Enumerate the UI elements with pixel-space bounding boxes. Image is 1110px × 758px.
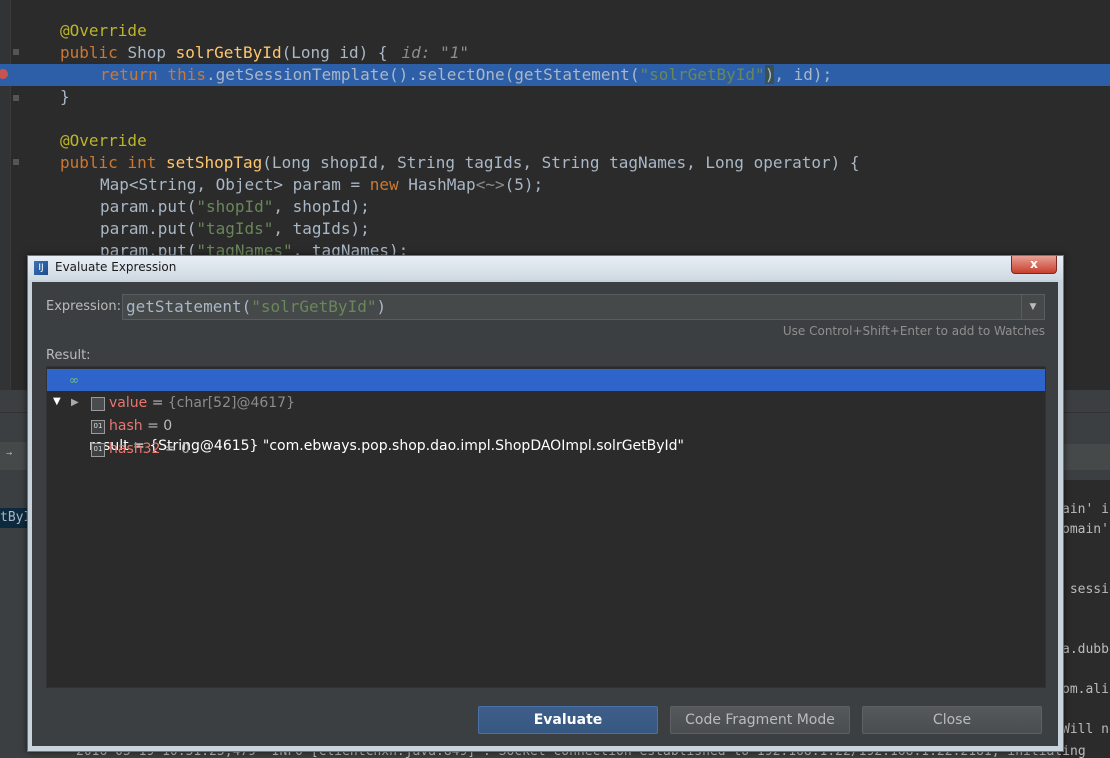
console-line: Will no (1062, 722, 1110, 737)
frames-toolbar-button[interactable]: → (0, 442, 28, 470)
window-close-button[interactable]: x (1011, 256, 1057, 274)
code-line[interactable]: public Shop solrGetById(Long id) {id: "1… (0, 42, 1110, 64)
fold-marker-icon[interactable] (13, 49, 19, 55)
tree-row-field[interactable]: 01 hash = 0 (47, 415, 1045, 437)
tree-label: hash = 0 (109, 418, 173, 434)
code-line[interactable] (0, 108, 1110, 130)
field-icon: 01 (91, 443, 105, 457)
evaluate-expression-dialog: IJ Evaluate Expression x Expression: get… (27, 255, 1064, 752)
tree-row-field[interactable]: 01 hash32 = 0 (47, 438, 1045, 460)
field-icon: 01 (91, 420, 105, 434)
console-toolbar (1060, 444, 1110, 470)
expression-text[interactable]: getStatement("solrGetById") (126, 297, 386, 316)
console-line: ain' in (1062, 502, 1110, 517)
expand-arrow-icon[interactable]: ▶ (71, 392, 79, 414)
code-fragment-mode-button[interactable]: Code Fragment Mode (670, 706, 850, 734)
console-line: sessio (1069, 582, 1110, 597)
dialog-titlebar[interactable]: IJ Evaluate Expression x (28, 256, 1063, 280)
console-line: omain' (1062, 522, 1109, 537)
expression-label: Expression: (46, 299, 121, 314)
tree-row-field[interactable]: ▶ value = {char[52]@4617} (47, 392, 1045, 414)
arrow-icon: → (6, 448, 13, 459)
expression-history-dropdown[interactable]: ▼ (1021, 295, 1044, 319)
code-line[interactable]: param.put("tagIds", tagIds); (0, 218, 1110, 240)
result-label: Result: (46, 348, 91, 363)
result-tree[interactable]: ▼ ∞ result = {String@4615} "com.ebways.p… (46, 366, 1046, 688)
code-line[interactable]: } (0, 86, 1110, 108)
console-line: om.ali (1062, 682, 1109, 697)
fold-marker-icon[interactable] (13, 159, 19, 165)
chevron-down-icon: ▼ (1029, 302, 1037, 312)
code-line[interactable]: @Override (0, 20, 1110, 42)
close-button[interactable]: Close (862, 706, 1042, 734)
array-field-icon (91, 397, 105, 411)
fold-marker-icon[interactable] (13, 95, 19, 101)
code-line[interactable]: public int setShopTag(Long shopId, Strin… (0, 152, 1110, 174)
code-line[interactable]: Map<String, Object> param = new HashMap<… (0, 174, 1110, 196)
dialog-title: Evaluate Expression (55, 260, 177, 274)
code-line[interactable]: param.put("shopId", shopId); (0, 196, 1110, 218)
intellij-logo-icon: IJ (34, 261, 48, 275)
tree-label: value = {char[52]@4617} (109, 395, 295, 411)
code-line[interactable]: @Override (0, 130, 1110, 152)
console-line: a.dubbo (1062, 642, 1110, 657)
dialog-body: Expression: getStatement("solrGetById") … (32, 282, 1058, 746)
inline-debug-value: id: "1" (401, 43, 469, 62)
evaluate-button[interactable]: Evaluate (478, 706, 658, 734)
tree-label: hash32 = 0 (109, 441, 190, 457)
tree-row-result[interactable]: ▼ ∞ result = {String@4615} "com.ebways.p… (47, 369, 1045, 454)
watch-hint: Use Control+Shift+Enter to add to Watche… (782, 324, 1045, 338)
code-line-current[interactable]: return this.getSessionTemplate().selectO… (0, 64, 1110, 86)
watch-result-icon: ∞ (69, 373, 79, 387)
frame-list-item[interactable]: tById (0, 508, 28, 528)
expression-input[interactable]: getStatement("solrGetById") ▼ (122, 294, 1045, 320)
frame-label: tById (0, 510, 28, 525)
